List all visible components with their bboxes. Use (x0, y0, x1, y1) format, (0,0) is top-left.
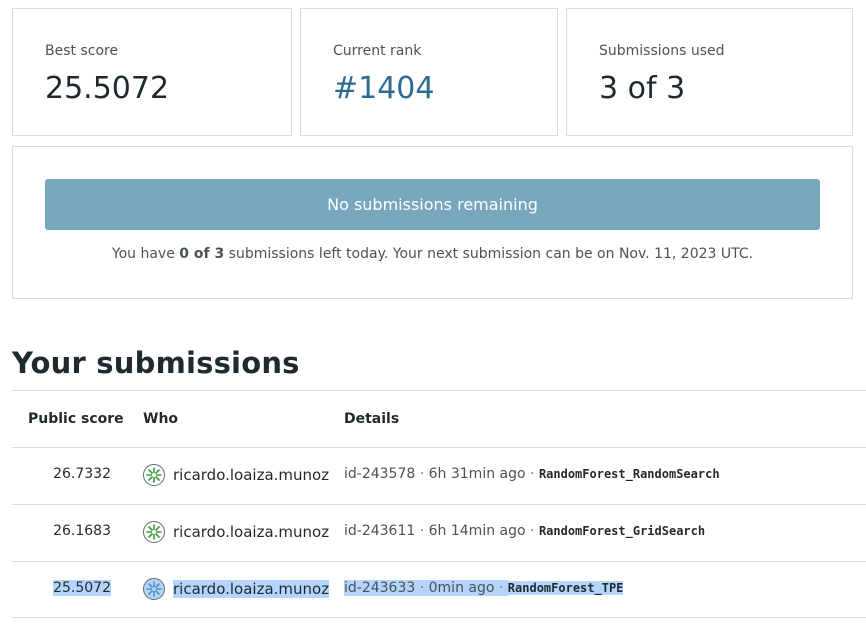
details-cell: id-243633 · 0min ago · RandomForest_TPE (344, 580, 624, 596)
who-username[interactable]: ricardo.loaiza.munoz (173, 580, 330, 598)
submission-id[interactable]: id-243633 (344, 580, 416, 596)
who-cell: ricardo.loaiza.munoz (143, 578, 330, 600)
star-burst-avatar-icon (143, 578, 165, 600)
who-cell: ricardo.loaiza.munoz (143, 464, 329, 486)
column-header-who[interactable]: Who (143, 411, 178, 427)
details-cell: id-243611 · 6h 14min ago · RandomForest_… (344, 523, 706, 539)
submission-id[interactable]: id-243611 (344, 523, 415, 539)
details-cell: id-243578 · 6h 31min ago · RandomForest_… (344, 466, 720, 482)
column-header-public-score[interactable]: Public score (28, 411, 124, 427)
submission-time: 0min ago (428, 580, 495, 596)
submissions-used-label: Submissions used (599, 43, 725, 59)
submission-name: RandomForest_GridSearch (538, 524, 706, 538)
best-score-card: Best score 25.5072 (12, 8, 292, 136)
who-username[interactable]: ricardo.loaiza.munoz (173, 523, 329, 541)
submission-name: RandomForest_RandomSearch (538, 467, 720, 481)
submission-status-panel: No submissions remaining You have 0 of 3… (12, 146, 853, 299)
your-submissions-heading: Your submissions (12, 346, 300, 380)
submissions-used-card: Submissions used 3 of 3 (566, 8, 853, 136)
best-score-value: 25.5072 (45, 71, 170, 106)
who-username[interactable]: ricardo.loaiza.munoz (173, 466, 329, 484)
submissions-left-prefix: You have (111, 246, 180, 262)
submission-name: RandomForest_TPE (507, 581, 624, 595)
current-rank-link[interactable]: #1404 (333, 71, 434, 106)
current-rank-card: Current rank #1404 (300, 8, 558, 136)
submission-time: 6h 14min ago (428, 523, 526, 539)
public-score-cell: 26.1683 (53, 523, 111, 539)
no-submissions-remaining-label: No submissions remaining (327, 195, 538, 214)
submissions-used-value: 3 of 3 (599, 71, 686, 106)
best-score-label: Best score (45, 43, 119, 59)
no-submissions-remaining-button[interactable]: No submissions remaining (45, 179, 820, 230)
table-row[interactable]: 25.5072 ricardo.loaiza.munoz id-243633 ·… (12, 561, 866, 618)
who-cell: ricardo.loaiza.munoz (143, 521, 329, 543)
public-score-cell: 25.5072 (53, 580, 111, 596)
submissions-left-suffix: submissions left today. Your next submis… (224, 246, 754, 262)
table-row[interactable]: 26.7332 ricardo.loaiza.munoz id-243578 ·… (12, 447, 866, 504)
public-score-cell: 26.7332 (53, 466, 111, 482)
star-burst-avatar-icon (143, 521, 165, 543)
submissions-table: Public score Who Details 26.7332 ricardo… (12, 390, 866, 618)
column-header-details[interactable]: Details (344, 411, 399, 427)
current-rank-label: Current rank (333, 43, 422, 59)
submission-id[interactable]: id-243578 (344, 466, 415, 482)
table-row[interactable]: 26.1683 ricardo.loaiza.munoz id-243611 ·… (12, 504, 866, 561)
star-burst-avatar-icon (143, 464, 165, 486)
submission-time: 6h 31min ago (428, 466, 526, 482)
table-header-row: Public score Who Details (12, 390, 866, 447)
submissions-left-count: 0 of 3 (179, 246, 225, 262)
submissions-left-message: You have 0 of 3 submissions left today. … (13, 246, 852, 262)
